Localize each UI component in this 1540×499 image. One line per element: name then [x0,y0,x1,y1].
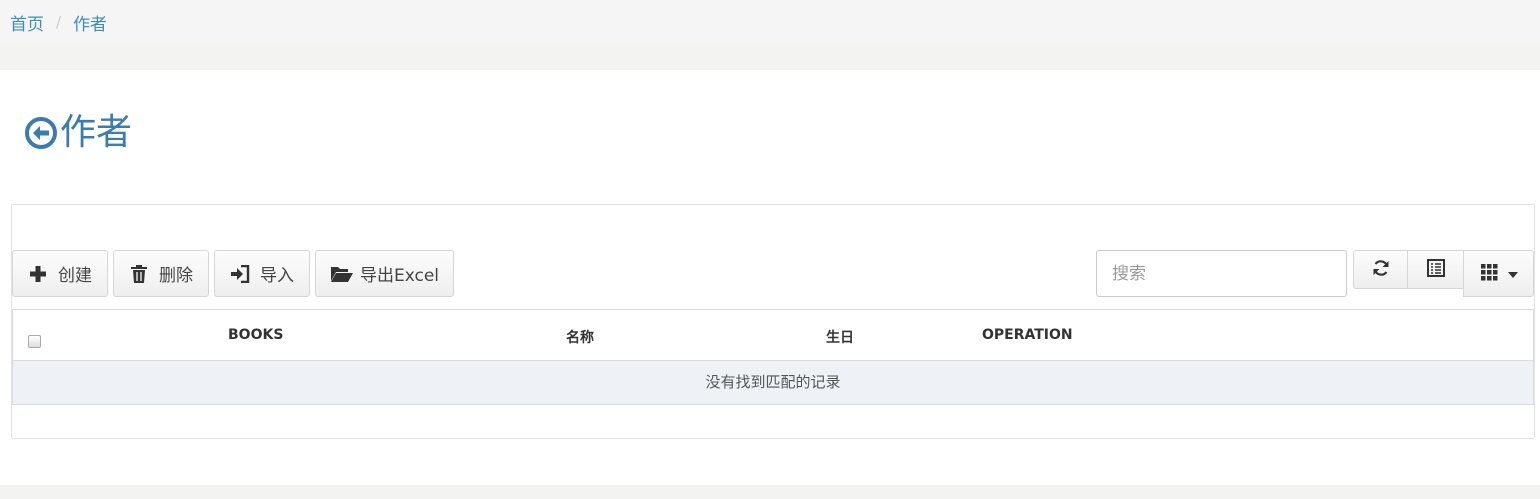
caret-down-icon [1507,266,1518,282]
no-records-row: 没有找到匹配的记录 [13,361,1533,404]
column-header-name[interactable]: 名称 [566,327,594,347]
select-all-checkbox[interactable] [28,335,41,348]
arrow-circle-left-icon[interactable] [24,116,58,150]
footer-strip [0,485,1540,499]
main-content: 作者 创建 删除 导入 导出Excel 搜索 BOOKS 名称 生日 OPERA… [0,70,1540,485]
page-title: 作者 [24,110,132,156]
column-header-birthday[interactable]: 生日 [826,327,854,347]
columns-dropdown-button[interactable] [1463,250,1534,297]
export-excel-button[interactable]: 导出Excel [315,250,454,297]
create-button-label: 创建 [58,266,92,286]
breadcrumb-current-link[interactable]: 作者 [73,10,107,35]
delete-button-label: 删除 [159,266,193,286]
plus-icon [28,265,48,283]
create-button[interactable]: 创建 [12,250,108,297]
authors-panel: 创建 删除 导入 导出Excel 搜索 BOOKS 名称 生日 OPERATIO… [11,204,1535,439]
export-excel-button-label: 导出Excel [359,266,440,286]
trash-icon [129,264,149,283]
refresh-button[interactable] [1353,250,1408,289]
toggle-view-button[interactable] [1408,250,1464,289]
page-title-text: 作者 [60,112,133,153]
authors-table: BOOKS 名称 生日 OPERATION 没有找到匹配的记录 [12,309,1534,405]
column-header-operation[interactable]: OPERATION [982,327,1073,343]
import-button-label: 导入 [260,266,294,286]
delete-button[interactable]: 删除 [113,250,209,297]
list-alt-icon [1426,258,1445,281]
breadcrumb: 首页 / 作者 [0,0,1540,44]
th-grid-icon [1480,263,1498,285]
header-divider-strip [0,44,1540,70]
breadcrumb-home-link[interactable]: 首页 [10,10,44,35]
sign-in-icon [230,264,250,283]
refresh-icon [1372,259,1390,281]
import-button[interactable]: 导入 [214,250,310,297]
folder-open-icon [330,265,354,283]
column-header-books[interactable]: BOOKS [228,327,283,343]
table-header: BOOKS 名称 生日 OPERATION [13,310,1533,361]
breadcrumb-separator: / [56,13,62,31]
search-input[interactable] [1096,250,1347,297]
